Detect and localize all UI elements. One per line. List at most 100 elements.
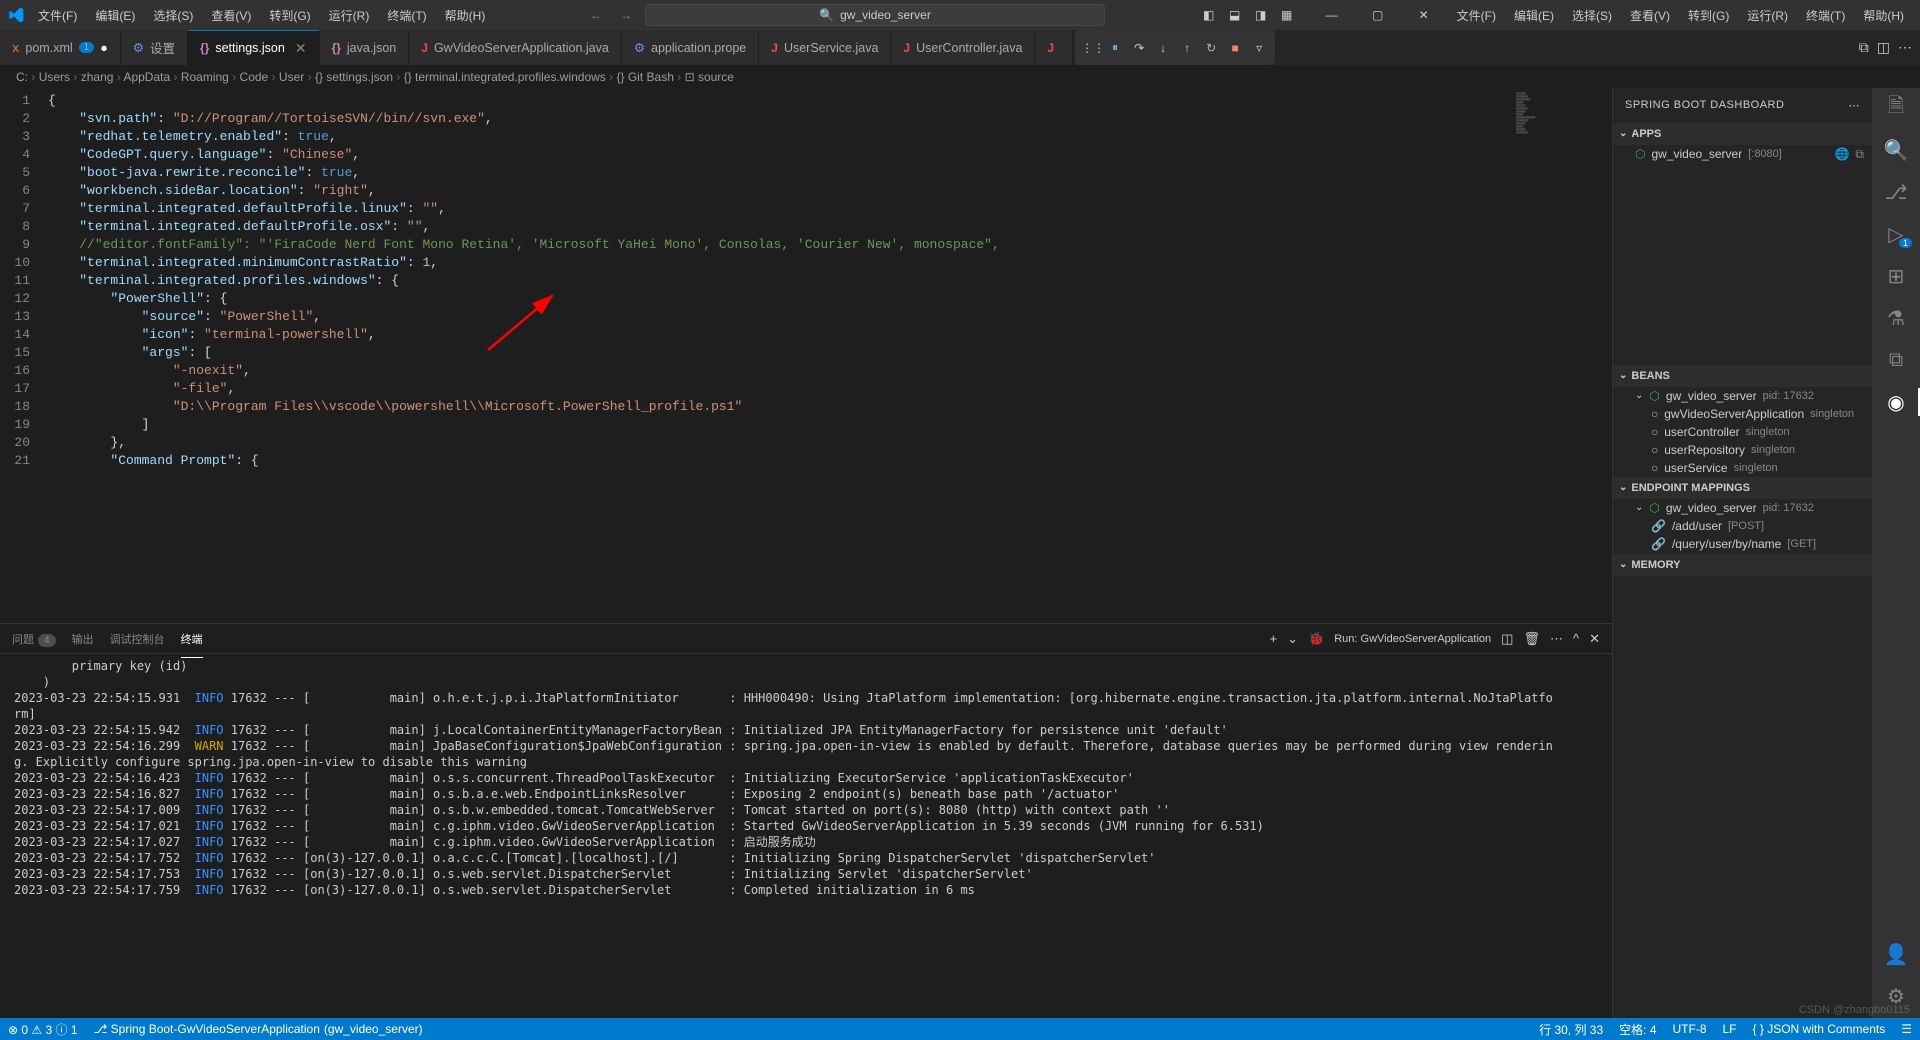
source-control-icon[interactable]: ⎇ [1884, 180, 1908, 204]
bean-item[interactable]: ○userRepository singleton [1613, 441, 1872, 459]
menu-item[interactable]: 文件(F) [1449, 3, 1504, 28]
search-activity-icon[interactable]: 🔍 [1884, 138, 1908, 162]
status-item[interactable]: 空格: 4 [1611, 1021, 1664, 1038]
editor-tab[interactable]: {}settings.json✕ [188, 30, 320, 65]
menu-item[interactable]: 编辑(E) [87, 3, 143, 28]
endpoint-item[interactable]: 🔗/query/user/by/name [GET] [1613, 535, 1872, 553]
copy-icon[interactable]: ⧉ [1859, 39, 1869, 56]
breadcrumb-item[interactable]: {} terminal.integrated.profiles.windows [404, 70, 606, 84]
spring-dashboard-icon[interactable]: ◉ [1884, 390, 1908, 414]
menu-item[interactable]: 文件(F) [30, 3, 85, 28]
bean-item[interactable]: ○userController singleton [1613, 423, 1872, 441]
editor-tab[interactable]: J [1035, 30, 1073, 65]
menu-item[interactable]: 帮助(H) [437, 3, 494, 28]
breadcrumb-item[interactable]: C: [16, 70, 28, 84]
nav-back-icon[interactable]: ← [585, 8, 607, 22]
breadcrumb-item[interactable]: Users [39, 70, 70, 84]
remote-icon[interactable]: ⧉ [1884, 348, 1908, 372]
menu-item[interactable]: 运行(R) [1739, 3, 1796, 28]
panel-tab[interactable]: 调试控制台 [110, 627, 165, 651]
code-content[interactable]: { "svn.path": "D://Program//TortoiseSVN/… [48, 88, 1612, 623]
terminal-dropdown-icon[interactable]: ⌄ [1287, 631, 1298, 647]
extensions-icon[interactable]: ⊞ [1884, 264, 1908, 288]
breadcrumb-item[interactable]: ⊡ source [685, 70, 734, 84]
breadcrumb-item[interactable]: AppData [123, 70, 170, 84]
editor-tab[interactable]: ⚙设置 [121, 30, 188, 65]
globe-icon[interactable]: 🌐 [1834, 147, 1849, 162]
testing-icon[interactable]: ⚗ [1884, 306, 1908, 330]
status-item[interactable]: UTF-8 [1665, 1021, 1715, 1038]
debug-restart-icon[interactable]: ↻ [1201, 41, 1221, 55]
breadcrumb-item[interactable]: {} Git Bash [617, 70, 674, 84]
terminal-output[interactable]: primary key (id) )2023-03-23 22:54:15.93… [0, 654, 1612, 1018]
endpoint-item[interactable]: 🔗/add/user [POST] [1613, 517, 1872, 535]
status-item[interactable]: ⎇ Spring Boot-GwVideoServerApplication (… [86, 1021, 431, 1038]
breadcrumb-item[interactable]: Code [240, 70, 269, 84]
menu-item[interactable]: 转到(G) [1680, 3, 1737, 28]
breadcrumb-item[interactable]: User [279, 70, 304, 84]
panel-tab[interactable]: 问题4 [12, 627, 56, 651]
status-item[interactable]: ⊗ 0 ⚠ 3 ⓘ 1 [0, 1021, 86, 1038]
endpoints-root[interactable]: ⌄ ⬡ gw_video_server pid: 17632 [1613, 499, 1872, 517]
menu-item[interactable]: 编辑(E) [1506, 3, 1562, 28]
menu-item[interactable]: 选择(S) [145, 3, 201, 28]
kill-terminal-icon[interactable]: 🗑 [1523, 631, 1540, 647]
endpoints-section-header[interactable]: ⌄ENDPOINT MAPPINGS [1613, 477, 1872, 499]
layout-customize-icon[interactable]: ▦ [1275, 8, 1299, 22]
layout-sidebar-left-icon[interactable]: ◧ [1197, 8, 1221, 22]
debug-grip-icon[interactable]: ⋮⋮ [1081, 41, 1101, 55]
menu-item[interactable]: 查看(V) [203, 3, 259, 28]
split-editor-icon[interactable]: ◫ [1877, 39, 1890, 56]
debug-stop-icon[interactable]: ■ [1225, 41, 1245, 55]
command-center-search[interactable]: 🔍 gw_video_server [645, 4, 1105, 26]
breadcrumb[interactable]: C: › Users › zhang › AppData › Roaming ›… [0, 66, 1920, 88]
status-item[interactable]: 行 30, 列 33 [1531, 1021, 1611, 1038]
editor-tab[interactable]: {}java.json [320, 30, 410, 65]
debug-more-icon[interactable]: ▿ [1249, 41, 1269, 55]
menu-item[interactable]: 帮助(H) [1855, 3, 1912, 28]
panel-maximize-icon[interactable]: ^ [1573, 631, 1579, 646]
layout-panel-icon[interactable]: ⬓ [1223, 8, 1247, 22]
debug-icon[interactable]: 🐞 [1308, 631, 1324, 647]
debug-step-out-icon[interactable]: ↑ [1177, 41, 1197, 55]
editor-tab[interactable]: JUserService.java [759, 30, 891, 65]
breadcrumb-item[interactable]: zhang [81, 70, 114, 84]
new-terminal-icon[interactable]: + [1270, 631, 1278, 646]
apps-section-header[interactable]: ⌄APPS [1613, 123, 1872, 145]
split-terminal-icon[interactable]: ◫ [1501, 631, 1513, 647]
bean-item[interactable]: ○userService singleton [1613, 459, 1872, 477]
editor-tab[interactable]: JUserController.java [891, 30, 1035, 65]
debug-pause-icon[interactable]: ⏸ [1105, 40, 1125, 55]
app-item[interactable]: ⬡ gw_video_server [:8080] 🌐⧉ [1613, 145, 1872, 164]
run-debug-icon[interactable]: ▷1 [1884, 222, 1908, 246]
menu-item[interactable]: 终端(T) [1798, 3, 1853, 28]
status-item[interactable]: ☰ [1893, 1021, 1920, 1038]
editor-tab[interactable]: JGwVideoServerApplication.java [409, 30, 622, 65]
more-actions-icon[interactable]: ⋯ [1898, 39, 1912, 56]
panel-more-icon[interactable]: ⋯ [1550, 631, 1563, 647]
memory-section-header[interactable]: ⌄MEMORY [1613, 554, 1872, 576]
status-item[interactable]: LF [1715, 1021, 1745, 1038]
breadcrumb-item[interactable]: {} settings.json [315, 70, 393, 84]
minimap[interactable]: ████████████████████████████████████████… [1512, 88, 1612, 623]
menu-item[interactable]: 运行(R) [321, 3, 378, 28]
close-window-button[interactable]: ✕ [1401, 0, 1447, 30]
code-editor[interactable]: 123456789101112131415161718192021 { "svn… [0, 88, 1612, 623]
beans-root[interactable]: ⌄ ⬡ gw_video_server pid: 17632 [1613, 387, 1872, 405]
panel-tab[interactable]: 输出 [72, 627, 94, 651]
minimize-button[interactable]: — [1309, 0, 1355, 30]
breadcrumb-item[interactable]: Roaming [181, 70, 229, 84]
bean-item[interactable]: ○gwVideoServerApplication singleton [1613, 405, 1872, 423]
open-icon[interactable]: ⧉ [1855, 147, 1864, 162]
beans-section-header[interactable]: ⌄BEANS [1613, 365, 1872, 387]
menu-item[interactable]: 查看(V) [1622, 3, 1678, 28]
panel-close-icon[interactable]: ✕ [1589, 631, 1600, 647]
status-item[interactable]: { } JSON with Comments [1745, 1021, 1894, 1038]
accounts-icon[interactable]: 👤 [1884, 942, 1908, 966]
files-icon[interactable]: 🗎 [1884, 96, 1908, 120]
layout-sidebar-right-icon[interactable]: ◨ [1249, 8, 1273, 22]
panel-tab[interactable]: 终端 [181, 627, 203, 651]
menu-item[interactable]: 终端(T) [379, 3, 434, 28]
menu-item[interactable]: 选择(S) [1564, 3, 1620, 28]
debug-step-into-icon[interactable]: ↓ [1153, 41, 1173, 55]
